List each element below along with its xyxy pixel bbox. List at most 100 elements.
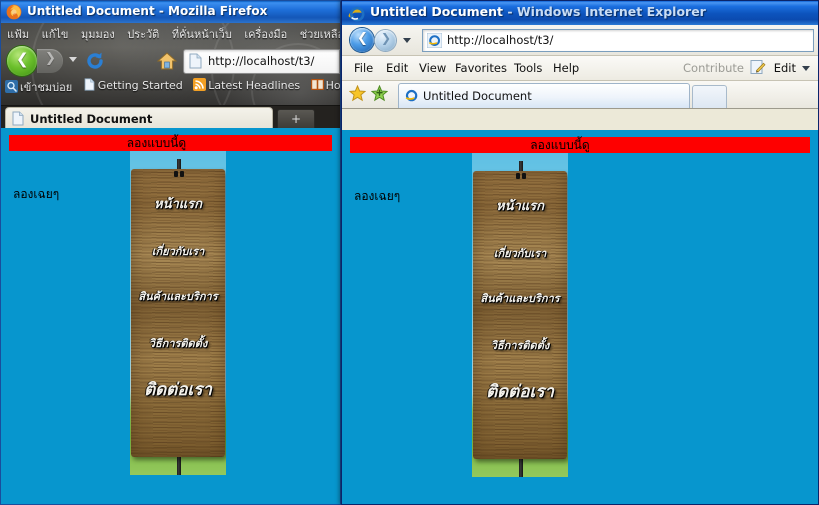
page-banner: ลองแบบนี้ดู <box>9 135 332 151</box>
back-button[interactable]: ❮ <box>350 28 374 52</box>
home-icon[interactable] <box>157 51 177 71</box>
forward-arrow-icon: ❯ <box>45 52 56 65</box>
sign-menu-item-about[interactable]: เกี่ยวกับเรา <box>131 242 225 260</box>
sign-menu-item-home[interactable]: หน้าแรก <box>473 195 567 216</box>
sign-menu-item-install[interactable]: วิธีการติดตั้ง <box>473 336 567 354</box>
page-content-wrapper: ลองแบบนี้ดู ลองเฉยๆ หน้าแรก เกี่ยวกับเรา… <box>9 135 332 498</box>
ie-menu-bar: File Edit View Favorites Tools Help Cont… <box>342 56 818 81</box>
chevron-down-icon[interactable] <box>69 57 77 62</box>
reload-icon[interactable] <box>85 51 105 71</box>
sign-menu-list: หน้าแรก เกี่ยวกับเรา สินค้าและบริการ วิธ… <box>473 179 567 405</box>
bookmark-most-visited[interactable]: เข้าชมบ่อย <box>5 78 72 96</box>
bookmark-label: เข้าชมบ่อย <box>20 81 72 94</box>
sign-menu-item-contact[interactable]: ติดต่อเรา <box>131 376 225 403</box>
firefox-window: Untitled Document - Mozilla Firefox แฟ้ม… <box>0 0 341 505</box>
bookmark-label: Home <box>326 79 340 92</box>
menu-help[interactable]: ช่วยเหลือ <box>300 25 340 43</box>
menu-tools[interactable]: เครื่องมือ <box>244 25 287 43</box>
star-plus-icon[interactable] <box>371 85 388 102</box>
back-arrow-icon: ❮ <box>357 32 368 45</box>
sign-menu-item-contact[interactable]: ติดต่อเรา <box>473 378 567 405</box>
new-tab-button[interactable] <box>692 85 727 108</box>
contribute-button[interactable]: Contribute <box>683 61 744 75</box>
tab-untitled-document[interactable]: Untitled Document <box>398 83 690 108</box>
book-icon <box>311 78 324 91</box>
menu-view[interactable]: View <box>419 61 446 75</box>
plus-icon: + <box>291 112 301 126</box>
wooden-sign-image: หน้าแรก เกี่ยวกับเรา สินค้าและบริการ วิธ… <box>130 151 226 475</box>
web-page-body: ลองแบบนี้ดู ลองเฉยๆ หน้าแรก เกี่ยวกับเรา… <box>342 130 818 504</box>
sign-menu-item-about[interactable]: เกี่ยวกับเรา <box>473 244 567 262</box>
star-icon[interactable] <box>349 85 366 102</box>
ie-address-toolbar: ❮ ❯ http://localhost/t3/ <box>342 25 818 56</box>
address-bar[interactable]: http://localhost/t3/ <box>183 49 340 74</box>
page-body-row: ลองเฉยๆ หน้าแรก เกี่ยวกับเรา สินค้าและบร… <box>9 151 332 498</box>
firefox-tab-strip: Untitled Document + <box>1 105 340 129</box>
tab-label: Untitled Document <box>423 89 532 103</box>
address-bar[interactable]: http://localhost/t3/ <box>422 29 814 52</box>
internet-explorer-window: Untitled Document - Windows Internet Exp… <box>341 0 819 505</box>
banner-text: ลองแบบนี้ดู <box>350 137 810 153</box>
menu-tools[interactable]: Tools <box>514 61 542 75</box>
bookmark-label: Latest Headlines <box>208 79 300 92</box>
ie-title-bar: Untitled Document - Windows Internet Exp… <box>342 1 818 25</box>
side-text: ลองเฉยๆ <box>354 187 400 206</box>
page-body-row: ลองเฉยๆ หน้าแรก เกี่ยวกับเรา สินค้าและบร… <box>350 153 810 498</box>
sign-menu-list: หน้าแรก เกี่ยวกับเรา สินค้าและบริการ วิธ… <box>131 177 225 403</box>
menu-favorites[interactable]: Favorites <box>455 61 507 75</box>
edit-button[interactable]: Edit <box>774 61 796 75</box>
back-button[interactable]: ❮ <box>7 46 37 76</box>
forward-button[interactable]: ❯ <box>37 49 63 73</box>
firefox-page-viewport: ลองแบบนี้ดู ลองเฉยๆ หน้าแรก เกี่ยวกับเรา… <box>1 128 340 504</box>
menu-history[interactable]: ประวัติ <box>127 25 159 43</box>
address-bar-value: http://localhost/t3/ <box>447 33 553 47</box>
internet-explorer-favicon <box>427 33 442 48</box>
ie-title-text: Untitled Document - Windows Internet Exp… <box>370 4 706 19</box>
firefox-bookmarks-toolbar: เข้าชมบ่อย Getting Started Latest Headli… <box>1 78 340 98</box>
most-visited-icon <box>5 80 18 93</box>
bookmark-getting-started[interactable]: Getting Started <box>83 78 183 92</box>
chevron-down-icon[interactable] <box>802 66 810 71</box>
menu-help[interactable]: Help <box>553 61 579 75</box>
back-arrow-icon: ❮ <box>16 52 29 67</box>
forward-arrow-icon: ❯ <box>381 32 391 44</box>
ie-page-viewport: ลองแบบนี้ดู ลองเฉยๆ หน้าแรก เกี่ยวกับเรา… <box>342 130 818 504</box>
chevron-down-icon[interactable] <box>403 38 411 43</box>
wooden-sign-image: หน้าแรก เกี่ยวกับเรา สินค้าและบริการ วิธ… <box>472 153 568 477</box>
internet-explorer-logo-icon <box>348 5 365 22</box>
page-document-icon <box>189 53 202 69</box>
menu-file[interactable]: File <box>354 61 373 75</box>
menu-view[interactable]: มุมมอง <box>81 25 115 43</box>
bookmark-label: Getting Started <box>98 79 183 92</box>
firefox-menu-bar: แฟ้ม แก้ไข มุมมอง ประวัติ ที่คั่นหน้าเว็… <box>1 23 340 44</box>
side-text: ลองเฉยๆ <box>13 185 59 204</box>
page-document-icon <box>12 111 24 126</box>
internet-explorer-favicon <box>404 88 419 103</box>
firefox-title-bar: Untitled Document - Mozilla Firefox <box>1 1 340 23</box>
rss-feed-icon <box>193 78 206 91</box>
menu-file[interactable]: แฟ้ม <box>7 25 29 43</box>
sign-menu-item-products[interactable]: สินค้าและบริการ <box>131 287 225 305</box>
firefox-title-text: Untitled Document - Mozilla Firefox <box>27 4 267 18</box>
menu-bookmarks[interactable]: ที่คั่นหน้าเว็บ <box>172 25 232 43</box>
sign-board: หน้าแรก เกี่ยวกับเรา สินค้าและบริการ วิธ… <box>131 169 225 457</box>
bookmark-home[interactable]: Home <box>311 78 340 92</box>
sign-menu-item-products[interactable]: สินค้าและบริการ <box>473 289 567 307</box>
banner-text: ลองแบบนี้ดู <box>9 135 332 151</box>
tab-label: Untitled Document <box>30 112 152 126</box>
firefox-logo-icon <box>6 4 22 20</box>
tab-untitled-document[interactable]: Untitled Document <box>5 107 273 130</box>
ie-title-suffix: - Windows Internet Explorer <box>503 4 706 19</box>
address-bar-value: http://localhost/t3/ <box>208 54 314 68</box>
menu-edit[interactable]: Edit <box>386 61 408 75</box>
firefox-navigation-toolbar: ❮ ❯ http://localhost/t3/ <box>1 44 340 78</box>
forward-button[interactable]: ❯ <box>375 30 396 51</box>
new-tab-button[interactable]: + <box>277 109 315 130</box>
sign-menu-item-install[interactable]: วิธีการติดตั้ง <box>131 334 225 352</box>
sign-menu-item-home[interactable]: หน้าแรก <box>131 193 225 214</box>
web-page-body: ลองแบบนี้ดู ลองเฉยๆ หน้าแรก เกี่ยวกับเรา… <box>1 128 340 504</box>
bookmark-latest-headlines[interactable]: Latest Headlines <box>193 78 300 92</box>
ie-tab-row: Untitled Document <box>342 81 818 109</box>
page-content-wrapper: ลองแบบนี้ดู ลองเฉยๆ หน้าแรก เกี่ยวกับเรา… <box>350 137 810 498</box>
menu-edit[interactable]: แก้ไข <box>42 25 69 43</box>
